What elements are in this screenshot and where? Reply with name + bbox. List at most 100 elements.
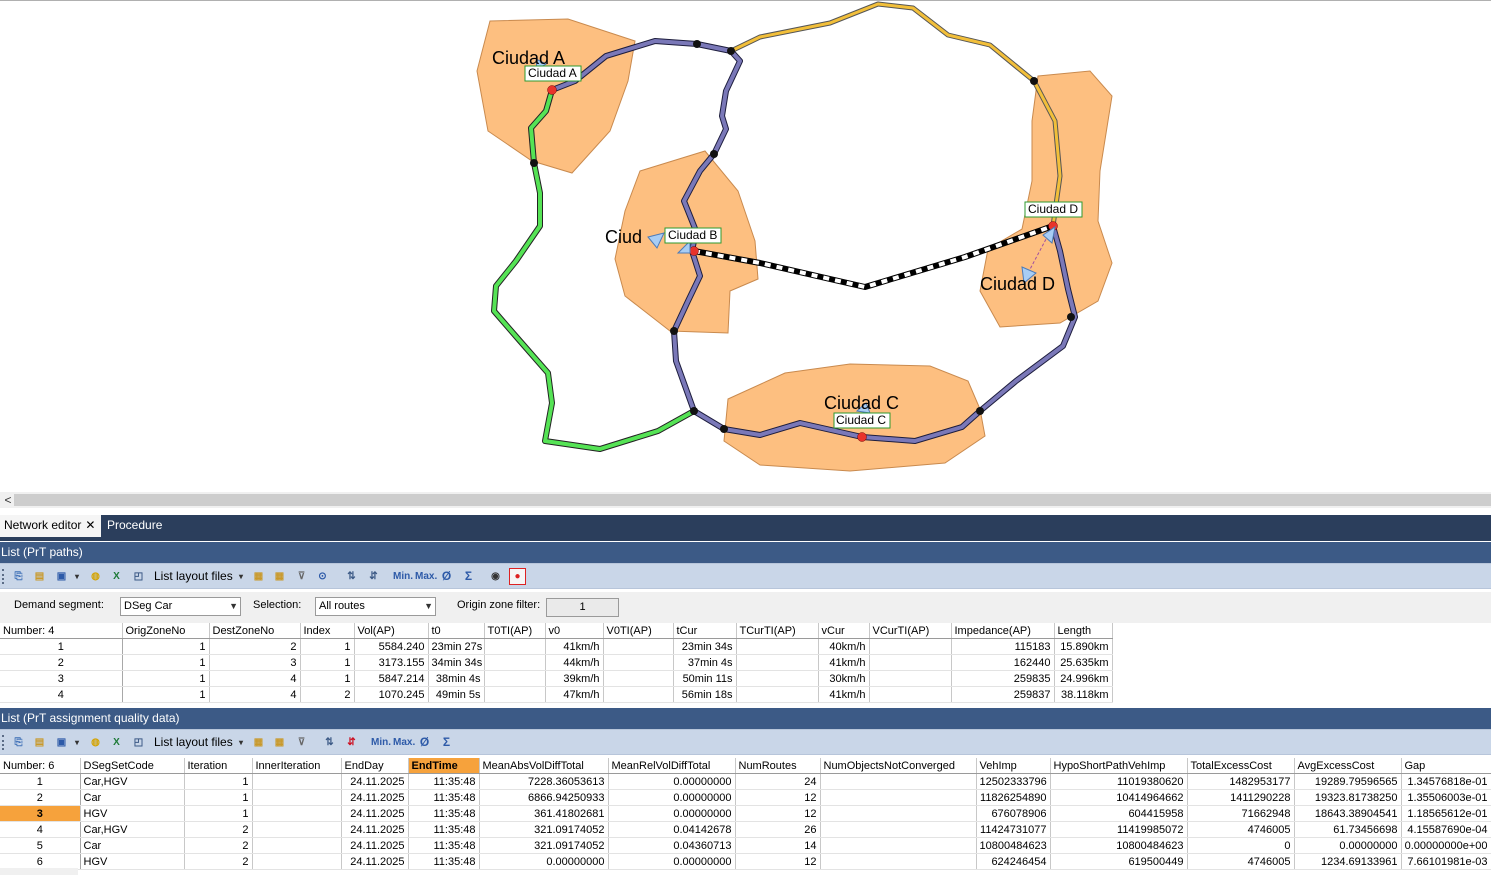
table-cell[interactable] <box>252 805 342 822</box>
table-cell[interactable]: 11826254890 <box>976 789 1051 806</box>
table-cell[interactable]: 0.00000000 <box>608 805 736 822</box>
table-cell[interactable] <box>484 670 546 687</box>
folder-save-icon[interactable]: ▦ <box>271 734 288 751</box>
column-header[interactable]: DestZoneNo <box>209 623 301 639</box>
column-header[interactable]: EndDay <box>341 758 409 774</box>
table-cell[interactable]: 2 <box>300 686 355 703</box>
table-cell[interactable] <box>736 654 819 671</box>
save-icon[interactable]: ▣ <box>53 568 70 585</box>
toolbar-grip[interactable] <box>2 569 7 584</box>
column-header[interactable]: Index <box>300 623 355 639</box>
excel-icon[interactable]: X <box>108 734 125 751</box>
table-cell[interactable]: 259837 <box>951 686 1055 703</box>
table-cell[interactable] <box>484 638 546 655</box>
table-cell[interactable] <box>484 686 546 703</box>
max-button[interactable]: Max. <box>415 568 437 585</box>
origin-zone-filter-input[interactable]: 1 <box>546 598 619 617</box>
table-cell[interactable]: 50min 11s <box>673 670 737 687</box>
table-cell[interactable]: 24.11.2025 <box>341 789 409 806</box>
table-cell[interactable]: 18643.38904541 <box>1294 805 1402 822</box>
table-cell[interactable]: 61.73456698 <box>1294 821 1402 838</box>
table-cell[interactable] <box>252 773 342 790</box>
table-cell[interactable]: 3173.155 <box>354 654 429 671</box>
table-cell[interactable]: 41km/h <box>818 654 870 671</box>
folder-open-icon[interactable]: ▦ <box>250 734 267 751</box>
column-header[interactable]: Impedance(AP) <box>951 623 1055 639</box>
column-header[interactable]: InnerIteration <box>252 758 342 774</box>
column-header[interactable]: tCur <box>673 623 737 639</box>
table-cell[interactable]: 0.00000000 <box>479 853 609 870</box>
column-header[interactable]: Number: 6 <box>0 758 81 774</box>
table-cell[interactable] <box>736 686 819 703</box>
paste-icon[interactable]: ▤ <box>31 734 48 751</box>
row-number[interactable]: 4 <box>0 686 123 703</box>
column-header[interactable]: Iteration <box>184 758 253 774</box>
table-cell[interactable]: 11:35:48 <box>408 773 480 790</box>
table-cell[interactable]: 11:35:48 <box>408 805 480 822</box>
average-button[interactable]: Ø <box>438 568 455 585</box>
column-header[interactable]: Vol(AP) <box>354 623 429 639</box>
table-cell[interactable] <box>252 789 342 806</box>
column-header[interactable]: V0TI(AP) <box>603 623 674 639</box>
table-cell[interactable]: 0.00000000 <box>608 789 736 806</box>
table-cell[interactable]: 11424731077 <box>976 821 1051 838</box>
table-cell[interactable]: 1 <box>184 805 253 822</box>
tab-procedure-sequence[interactable]: Procedure sequence✕ <box>103 515 233 553</box>
stop-recording-icon[interactable]: ● <box>509 568 526 585</box>
table-cell[interactable]: 10800484623 <box>1050 837 1188 854</box>
table-cell[interactable]: 10800484623 <box>976 837 1051 854</box>
table-cell[interactable]: HGV <box>80 853 185 870</box>
table-cell[interactable]: 4746005 <box>1187 853 1295 870</box>
column-header[interactable]: t0 <box>428 623 485 639</box>
table-cell[interactable]: 162440 <box>951 654 1055 671</box>
table-cell[interactable]: 604415958 <box>1050 805 1188 822</box>
table-cell[interactable]: 321.09174052 <box>479 837 609 854</box>
table-cell[interactable]: 1070.245 <box>354 686 429 703</box>
table-cell[interactable]: 3 <box>209 654 301 671</box>
table-cell[interactable]: 10414964662 <box>1050 789 1188 806</box>
table-cell[interactable]: 23min 34s <box>673 638 737 655</box>
table-cell[interactable]: 37min 4s <box>673 654 737 671</box>
max-button[interactable]: Max. <box>393 734 415 751</box>
chevron-down-icon[interactable]: ▾ <box>236 734 246 751</box>
sum-button[interactable]: Σ <box>460 568 477 585</box>
table-cell[interactable]: 24.11.2025 <box>341 773 409 790</box>
table-cell[interactable] <box>820 773 977 790</box>
sort-ascending-icon[interactable]: ⇅ <box>321 734 338 751</box>
table-row[interactable]: 3 HGV 1 24.11.2025 11:35:48 361.41802681 0.000… <box>0 805 1491 822</box>
table-cell[interactable]: 12 <box>735 789 821 806</box>
column-header[interactable]: HypoShortPathVehImp <box>1050 758 1188 774</box>
table-cell[interactable] <box>869 654 952 671</box>
table-cell[interactable]: 11419985072 <box>1050 821 1188 838</box>
table-cell[interactable]: 19323.81738250 <box>1294 789 1402 806</box>
table-cell[interactable] <box>603 654 674 671</box>
column-header[interactable]: TotalExcessCost <box>1187 758 1295 774</box>
row-number[interactable]: 4 <box>0 821 81 838</box>
table-cell[interactable]: 1411290228 <box>1187 789 1295 806</box>
table-cell[interactable]: 24.11.2025 <box>341 837 409 854</box>
column-header[interactable]: OrigZoneNo <box>122 623 210 639</box>
table-cell[interactable]: 1482953177 <box>1187 773 1295 790</box>
sort-descending-icon[interactable]: ⇵ <box>365 568 382 585</box>
database-icon[interactable]: ◍ <box>87 568 104 585</box>
column-header[interactable]: Length <box>1054 623 1113 639</box>
table-cell[interactable]: 12 <box>735 805 821 822</box>
excel-icon[interactable]: X <box>108 568 125 585</box>
table-cell[interactable]: 0 <box>1187 837 1295 854</box>
table-cell[interactable]: 0.00000000 <box>1294 837 1402 854</box>
table-cell[interactable]: 0.04142678 <box>608 821 736 838</box>
table-cell[interactable]: 34min 34s <box>428 654 485 671</box>
table-cell[interactable]: 259835 <box>951 670 1055 687</box>
table-cell[interactable]: 11019380620 <box>1050 773 1188 790</box>
column-header[interactable]: TCurTI(AP) <box>736 623 819 639</box>
table-cell[interactable]: HGV <box>80 805 185 822</box>
table-cell[interactable] <box>820 789 977 806</box>
table-cell[interactable]: 24.11.2025 <box>341 821 409 838</box>
table-cell[interactable] <box>869 670 952 687</box>
table-cell[interactable]: 1 <box>300 654 355 671</box>
table-cell[interactable]: 26 <box>735 821 821 838</box>
table-cell[interactable]: 19289.79596565 <box>1294 773 1402 790</box>
paste-icon[interactable]: ▤ <box>31 568 48 585</box>
table-cell[interactable] <box>869 638 952 655</box>
table-cell[interactable] <box>820 837 977 854</box>
